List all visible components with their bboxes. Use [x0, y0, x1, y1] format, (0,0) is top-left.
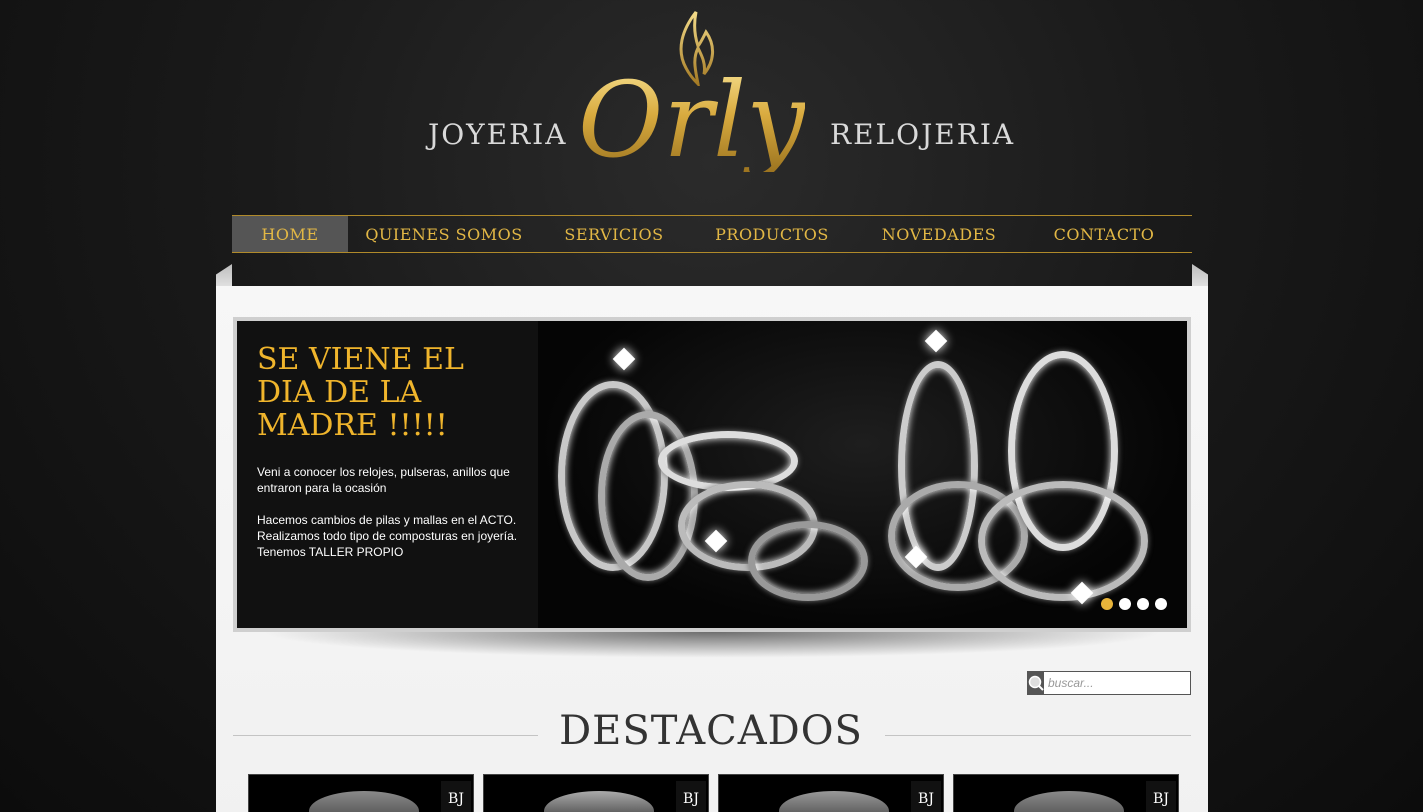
featured-title: DESTACADOS: [559, 708, 863, 754]
nav-novedades[interactable]: NOVEDADES: [856, 216, 1022, 252]
slide-rings-image[interactable]: [538, 321, 1187, 628]
nav-contacto[interactable]: CONTACTO: [1022, 216, 1186, 252]
nav-servicios[interactable]: SERVICIOS: [540, 216, 688, 252]
nav-home[interactable]: HOME: [232, 216, 348, 252]
diamond-gem: [924, 329, 948, 353]
slider-shadow: [260, 632, 1165, 658]
slide-description: Veni a conocer los relojes, pulseras, an…: [257, 465, 518, 559]
search-box: [1027, 671, 1205, 695]
logo-joyeria-text: JOYERIA: [428, 118, 568, 151]
search-icon: [1028, 675, 1044, 691]
slide-text-panel: SE VIENE EL DIA DE LA MADRE !!!!! Veni a…: [237, 321, 538, 628]
search-button[interactable]: [1028, 672, 1044, 694]
product-image: [779, 791, 889, 812]
product-image: [1014, 791, 1124, 812]
promo-slider: SE VIENE EL DIA DE LA MADRE !!!!! Veni a…: [233, 317, 1191, 632]
featured-product-card[interactable]: BJ: [953, 774, 1179, 812]
section-divider-right: [885, 735, 1191, 736]
brand-badge: BJ: [1146, 781, 1176, 812]
nav-productos[interactable]: PRODUCTOS: [688, 216, 856, 252]
brand-badge: BJ: [676, 781, 706, 812]
section-divider-left: [233, 735, 538, 736]
slider-dot-2[interactable]: [1119, 598, 1131, 610]
featured-product-card[interactable]: BJ: [483, 774, 709, 812]
nav-quienes-somos[interactable]: QUIENES SOMOS: [348, 216, 540, 252]
site-header: JOYERIA Orly RELOJERIA: [0, 0, 1423, 210]
featured-product-card[interactable]: BJ: [718, 774, 944, 812]
brand-badge: BJ: [441, 781, 471, 812]
main-nav: HOME QUIENES SOMOS SERVICIOS PRODUCTOS N…: [232, 215, 1192, 253]
ring-image: [748, 521, 868, 601]
ring-image: [598, 411, 698, 581]
slider-dot-4[interactable]: [1155, 598, 1167, 610]
search-input[interactable]: [1044, 672, 1205, 694]
slider-dot-1[interactable]: [1101, 598, 1113, 610]
logo-relojeria-text: RELOJERIA: [830, 118, 1016, 151]
product-image: [309, 791, 419, 812]
slider-dot-3[interactable]: [1137, 598, 1149, 610]
featured-product-card[interactable]: BJ: [248, 774, 474, 812]
product-image: [544, 791, 654, 812]
brand-badge: BJ: [911, 781, 941, 812]
ring-image: [978, 481, 1148, 601]
slide-title: SE VIENE EL DIA DE LA MADRE !!!!!: [257, 342, 464, 443]
slider-pagination: [1101, 598, 1167, 610]
logo-orly-text[interactable]: Orly: [578, 68, 805, 172]
diamond-gem: [612, 347, 636, 371]
